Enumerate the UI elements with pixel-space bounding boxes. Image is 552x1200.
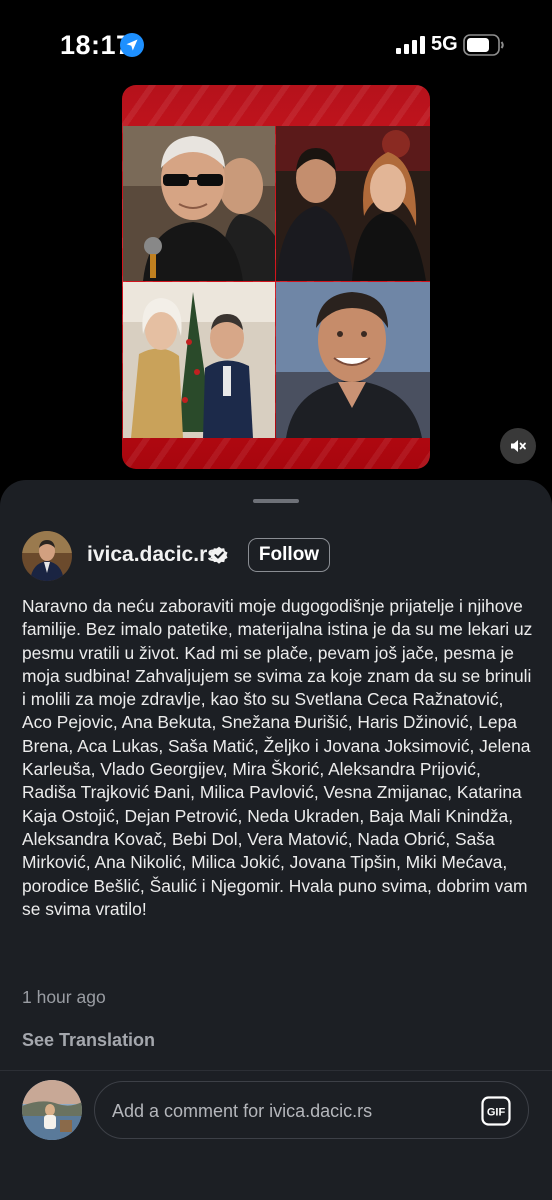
author-avatar[interactable] (22, 531, 72, 581)
see-translation-link[interactable]: See Translation (22, 1030, 155, 1051)
location-icon (120, 33, 144, 57)
user-avatar[interactable] (22, 1080, 82, 1140)
photo-couple (276, 126, 430, 281)
comments-sheet: ivica.dacic.rs Follow Naravno da neću za… (0, 480, 552, 1200)
author-username[interactable]: ivica.dacic.rs (87, 543, 219, 567)
post-media[interactable] (122, 85, 430, 469)
follow-button[interactable]: Follow (248, 538, 330, 572)
photo-blonde-woman-and-man (123, 282, 275, 438)
svg-text:GIF: GIF (487, 1107, 506, 1119)
network-type: 5G (431, 33, 458, 55)
mute-icon (511, 440, 526, 452)
comment-input[interactable]: Add a comment for ivica.dacic.rs GIF (94, 1081, 529, 1139)
comment-placeholder: Add a comment for ivica.dacic.rs (112, 1101, 373, 1121)
mute-button[interactable] (500, 428, 536, 464)
photo-man-sunglasses (123, 126, 275, 281)
signal-icon (396, 36, 425, 54)
post-timestamp: 1 hour ago (22, 987, 106, 1007)
drag-handle[interactable] (253, 499, 299, 503)
post-caption: Naravno da neću zaboraviti moje dugogodi… (22, 596, 533, 919)
battery-icon (463, 34, 504, 56)
verified-icon (210, 546, 228, 564)
status-bar: 18:17 5G (0, 0, 552, 90)
gif-icon[interactable]: GIF (481, 1096, 511, 1126)
photo-smiling-man (276, 282, 430, 438)
divider (0, 1070, 552, 1071)
